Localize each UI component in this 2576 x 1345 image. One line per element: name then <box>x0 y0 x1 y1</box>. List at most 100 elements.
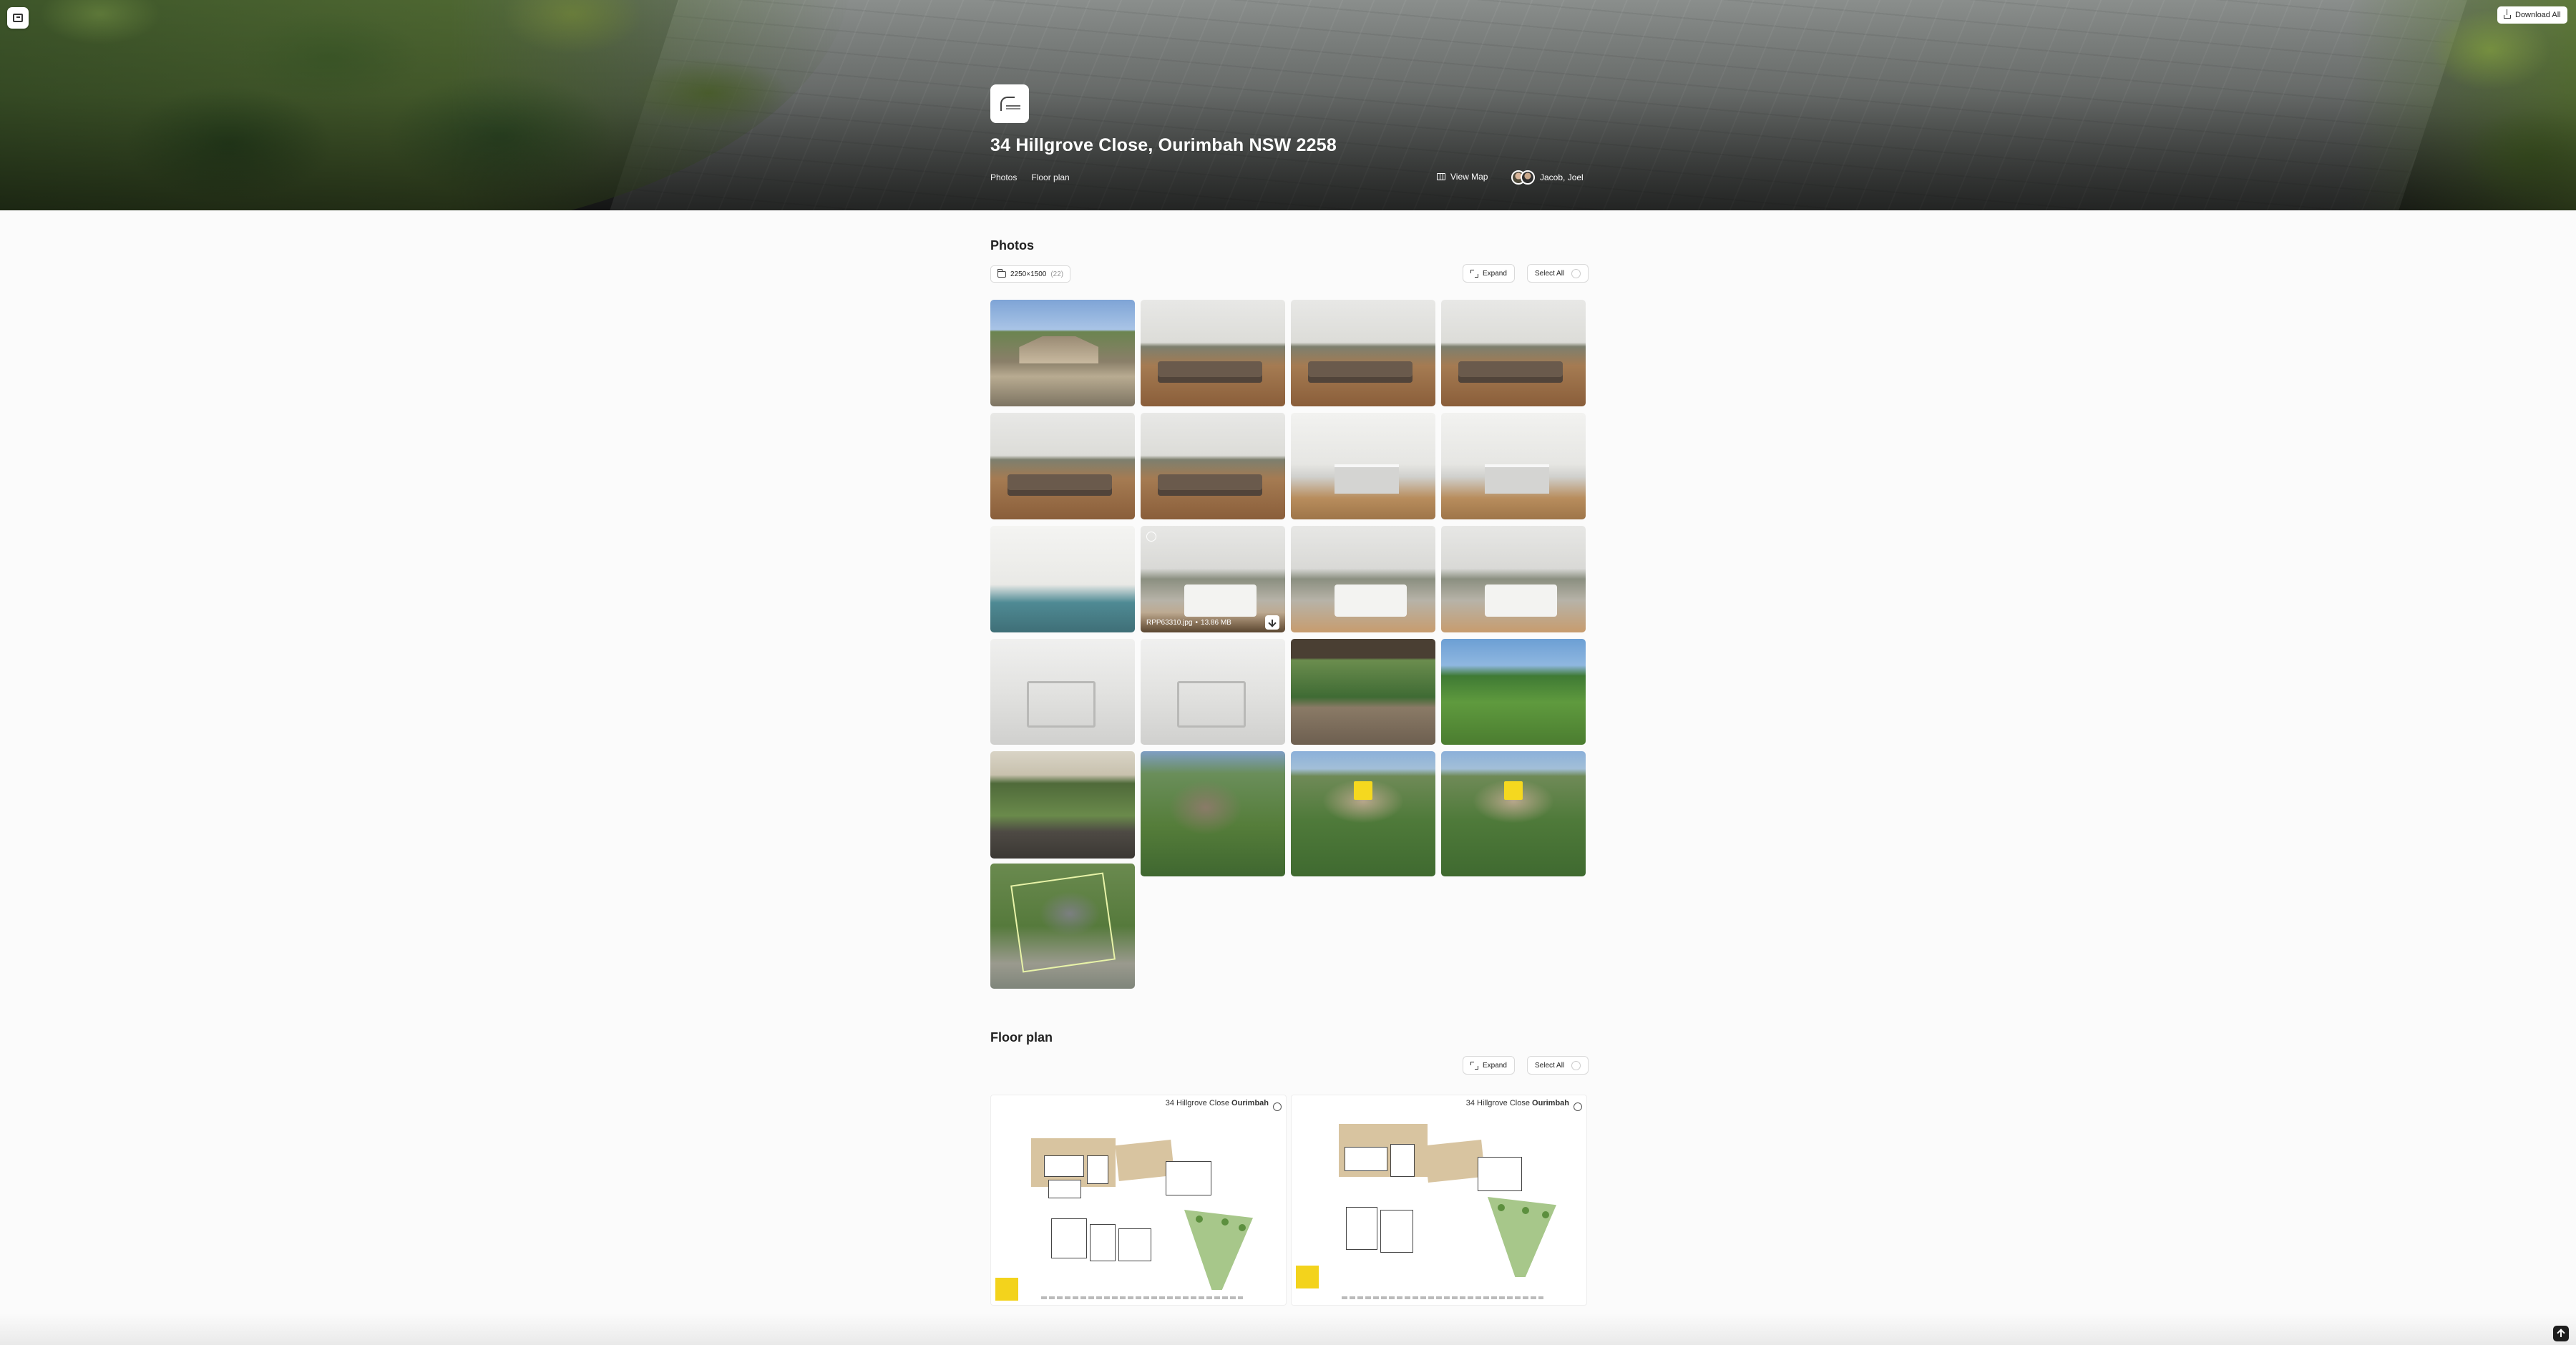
floor-plan-header: 34 Hillgrove Close Ourimbah <box>1292 1098 1586 1117</box>
floor-plan-street: 34 Hillgrove Close <box>1165 1099 1229 1107</box>
view-map-label: View Map <box>1450 172 1488 182</box>
agents-button[interactable]: Jacob, Joel <box>1511 170 1584 185</box>
photo-kitchen-1[interactable] <box>1291 413 1435 519</box>
expand-icon <box>1470 1061 1478 1070</box>
photos-expand-button[interactable]: Expand <box>1463 264 1515 283</box>
hero-gradient <box>0 0 2576 210</box>
agency-badge <box>995 1278 1018 1301</box>
select-all-checkbox-icon <box>1571 1060 1581 1070</box>
photo-select-checkbox[interactable] <box>1146 532 1156 542</box>
floor-plan-room <box>1087 1155 1108 1184</box>
photo-meta: RPP63310.jpg • 13.86 MB <box>1146 619 1231 627</box>
resolution-selector[interactable]: 2250×1500 (22) <box>990 265 1071 283</box>
location-pin-icon <box>1354 781 1372 800</box>
photo-house-front[interactable] <box>990 300 1135 406</box>
floor-plan-select-all-button[interactable]: Select All <box>1527 1056 1589 1075</box>
floor-plan-expand-button[interactable]: Expand <box>1463 1056 1515 1075</box>
floor-plan-section-title: Floor plan <box>990 1030 1053 1045</box>
photo-download-button[interactable] <box>1265 615 1279 630</box>
photos-section-title: Photos <box>990 238 1034 253</box>
floor-plan-room <box>1166 1161 1211 1195</box>
floor-plan-heading: 34 Hillgrove Close Ourimbah <box>1466 1099 1569 1107</box>
photo-living-1[interactable] <box>1141 300 1285 406</box>
floor-plan-room <box>1345 1147 1387 1171</box>
floor-plan-room <box>1390 1144 1415 1177</box>
download-all-label: Download All <box>2515 11 2561 19</box>
expand-label: Expand <box>1483 269 1507 278</box>
view-map-button[interactable]: View Map <box>1437 172 1488 182</box>
resolution-label: 2250×1500 <box>1010 270 1047 278</box>
floor-plan-room <box>1346 1207 1377 1250</box>
site-boundary <box>1010 872 1116 973</box>
floor-plan-room <box>1090 1224 1116 1261</box>
floor-plan-street: 34 Hillgrove Close <box>1465 1099 1530 1107</box>
tree-icon <box>1498 1204 1505 1211</box>
photo-filename: RPP63310.jpg <box>1146 618 1193 627</box>
select-all-label: Select All <box>1535 269 1565 278</box>
photo-open-plan-2[interactable] <box>1141 413 1285 519</box>
tree-icon <box>1196 1216 1203 1223</box>
section-nav: Photos Floor plan <box>990 172 1070 182</box>
floor-plan-suburb: Ourimbah <box>1231 1099 1269 1107</box>
photo-bathroom-1[interactable] <box>990 639 1135 745</box>
photo-filesize: 13.86 MB <box>1201 618 1231 627</box>
resolution-count: (22) <box>1050 270 1064 278</box>
tree-icon <box>1542 1211 1549 1218</box>
select-all-checkbox-icon <box>1571 268 1581 278</box>
agency-badge <box>1296 1266 1319 1288</box>
floor-plan-lawn <box>1184 1210 1253 1290</box>
select-all-label: Select All <box>1535 1061 1565 1070</box>
scroll-to-top-button[interactable] <box>2553 1326 2569 1341</box>
photo-aerial-house[interactable] <box>1141 751 1285 876</box>
photo-aerial-2[interactable] <box>1441 751 1586 876</box>
floor-plan-suburb: Ourimbah <box>1532 1099 1569 1107</box>
tree-icon <box>1221 1218 1229 1226</box>
download-icon <box>2504 9 2511 19</box>
floor-plan-room <box>1478 1157 1522 1191</box>
download-icon <box>1272 619 1273 626</box>
floor-plan-deck <box>1424 1139 1485 1183</box>
photo-open-plan-1[interactable] <box>990 413 1135 519</box>
floor-plan-image-2[interactable]: 34 Hillgrove Close Ourimbah <box>1291 1095 1587 1306</box>
photo-living-3[interactable] <box>1441 300 1586 406</box>
photo-deck[interactable] <box>1291 639 1435 745</box>
floor-plan-room <box>1051 1218 1087 1258</box>
floor-plan-disclaimer-graphic <box>1041 1296 1243 1299</box>
tree-icon <box>1239 1224 1246 1231</box>
photo-kitchen-2[interactable] <box>1441 413 1586 519</box>
photo-living-2[interactable] <box>1291 300 1435 406</box>
photo-pergola[interactable] <box>990 751 1135 859</box>
photo-meta-separator: • <box>1195 618 1199 627</box>
photo-aerial-1[interactable] <box>1291 751 1435 876</box>
photo-bedroom-2[interactable] <box>1291 526 1435 632</box>
compass-icon <box>1273 1102 1282 1111</box>
floor-plan-room <box>1044 1155 1084 1177</box>
menu-button[interactable] <box>7 7 29 29</box>
property-title: 34 Hillgrove Close, Ourimbah NSW 2258 <box>990 135 1337 155</box>
arrow-up-icon <box>2560 1330 2562 1337</box>
floor-plan-image-1[interactable]: 34 Hillgrove Close Ourimbah <box>990 1095 1287 1306</box>
house-logo-icon <box>999 97 1020 111</box>
download-all-button[interactable]: Download All <box>2497 6 2567 24</box>
folder-icon <box>997 268 1006 278</box>
photo-bedroom-3[interactable] <box>1441 526 1586 632</box>
floor-plan-room <box>1048 1180 1081 1198</box>
agency-logo <box>990 84 1029 123</box>
photos-select-all-button[interactable]: Select All <box>1527 264 1589 283</box>
floor-plan-disclaimer-graphic <box>1342 1296 1543 1299</box>
menu-icon <box>13 14 23 22</box>
compass-icon <box>1574 1102 1582 1111</box>
photo-hover-overlay: RPP63310.jpg • 13.86 MB <box>1141 612 1285 632</box>
photo-garden[interactable] <box>1441 639 1586 745</box>
nav-floor-plan[interactable]: Floor plan <box>1031 172 1069 182</box>
photo-bathroom-2[interactable] <box>1141 639 1285 745</box>
photo-site-plan[interactable] <box>990 864 1135 989</box>
photo-study[interactable] <box>990 526 1135 632</box>
avatar <box>1521 170 1535 185</box>
expand-icon <box>1470 269 1478 278</box>
nav-photos[interactable]: Photos <box>990 172 1017 182</box>
photo-bedroom-1[interactable]: RPP63310.jpg • 13.86 MB <box>1141 526 1285 632</box>
bottom-fade <box>0 1314 2576 1345</box>
floor-plan-room <box>1118 1228 1151 1261</box>
hero-banner <box>0 0 2576 210</box>
